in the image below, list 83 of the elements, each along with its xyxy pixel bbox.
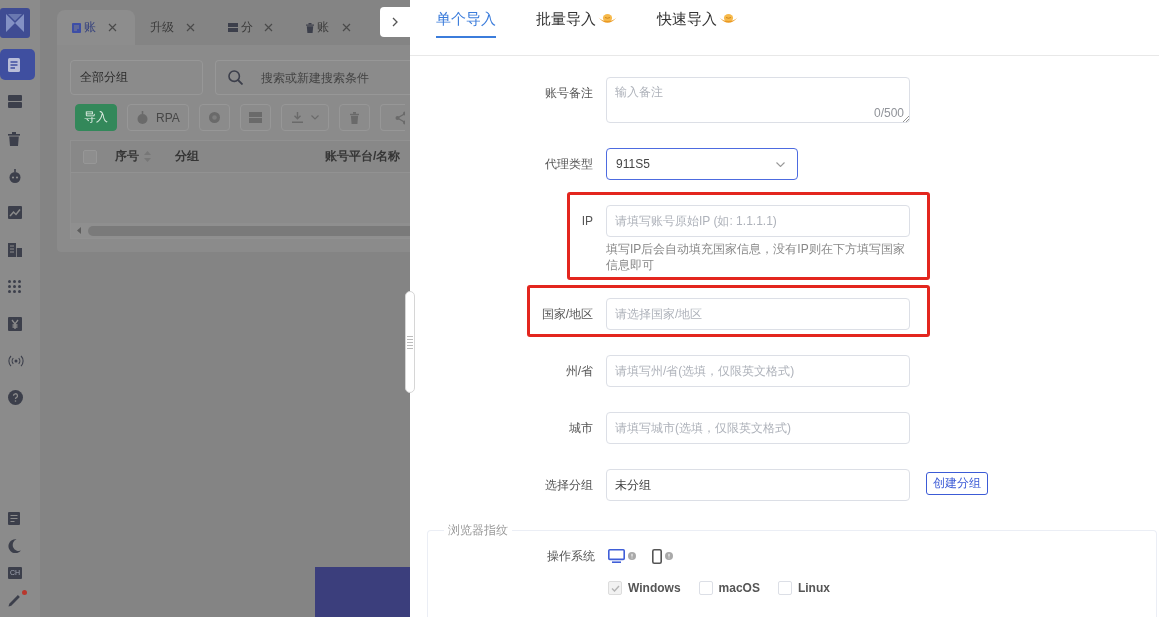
trash-icon	[8, 131, 20, 146]
toolbar-button[interactable]: RPA	[127, 104, 189, 131]
input-field[interactable]: 请填写州/省(选填，仅限英文格式)	[606, 355, 910, 387]
field-label: 城市	[569, 420, 593, 437]
tab[interactable]: 账	[57, 10, 135, 45]
section-title: 浏览器指纹	[447, 522, 509, 538]
field-label: 操作系统	[547, 547, 595, 565]
tab[interactable]: 账	[291, 10, 369, 45]
robot-icon	[136, 111, 150, 124]
tab[interactable]: 升级	[135, 10, 213, 45]
help-text: 填写IP后会自动填充国家信息，没有IP则在下方填写国家信息即可	[606, 241, 906, 273]
chevron-right-icon	[392, 17, 398, 27]
field-label: IP	[581, 213, 593, 230]
trash-icon	[306, 22, 314, 33]
record-icon	[209, 112, 220, 123]
collapse-button[interactable]	[380, 7, 410, 37]
column-header: 序号	[115, 148, 139, 165]
stack-icon	[228, 23, 238, 32]
close-icon[interactable]	[342, 23, 351, 32]
phone-icon[interactable]	[652, 548, 662, 564]
toolbar-button[interactable]	[281, 104, 329, 131]
dropdown-select[interactable]: 911S5	[606, 148, 798, 180]
option-label[interactable]: Linux	[797, 581, 830, 595]
stack-icon	[8, 95, 22, 108]
help-icon	[8, 390, 23, 405]
column-header: 分组	[175, 148, 199, 165]
resize-handle[interactable]	[405, 291, 415, 393]
info-icon	[665, 552, 673, 560]
notes-icon[interactable]	[8, 512, 20, 525]
close-icon[interactable]	[186, 23, 195, 32]
search-icon	[228, 70, 243, 85]
close-icon[interactable]	[108, 23, 117, 32]
chevron-down-icon	[776, 161, 785, 167]
robot-icon	[8, 168, 22, 183]
download-icon	[291, 112, 303, 123]
yen-icon	[8, 316, 22, 331]
field-label: 代理类型	[545, 156, 593, 173]
document-icon	[8, 57, 20, 72]
toolbar-button[interactable]	[339, 104, 370, 131]
field-label: 州/省	[565, 363, 593, 380]
stack-icon	[249, 112, 262, 123]
toolbar-button[interactable]	[199, 104, 230, 131]
tab[interactable]: 分	[213, 10, 291, 45]
toolbar-button[interactable]	[380, 104, 405, 131]
tab[interactable]: 快速导入	[657, 9, 738, 38]
close-icon[interactable]	[264, 23, 273, 32]
field-label: 账号备注	[545, 85, 593, 102]
character-counter: 0/500	[873, 106, 904, 120]
horizontal-scrollbar[interactable]	[71, 223, 410, 238]
toolbar-button[interactable]	[240, 104, 271, 131]
resize-grip-icon[interactable]	[903, 116, 909, 122]
input-field[interactable]: 请填写城市(选填，仅限英文格式)	[606, 412, 910, 444]
field-label: 选择分组	[545, 477, 593, 494]
building-icon	[8, 242, 22, 257]
input-field[interactable]: 请选择国家/地区	[606, 298, 910, 330]
grid-icon	[8, 280, 21, 293]
trash-icon	[350, 111, 359, 124]
pen-icon[interactable]	[8, 592, 22, 607]
caret-icon	[310, 115, 319, 120]
check-icon	[610, 584, 620, 592]
desktop-icon[interactable]	[608, 549, 625, 563]
input-field[interactable]: 未分组	[606, 469, 910, 501]
scrollbar-thumb[interactable]	[88, 225, 410, 236]
search-field[interactable]: 搜索或新建搜索条件	[215, 60, 410, 95]
option-label[interactable]: macOS	[718, 581, 760, 595]
action-button[interactable]: 创建分组	[926, 472, 988, 495]
grip-icon	[407, 335, 413, 349]
signal-icon	[8, 354, 24, 367]
group-select[interactable]: 全部分组	[70, 60, 203, 95]
document-icon	[72, 22, 81, 33]
tab[interactable]: 批量导入	[536, 9, 617, 38]
tab[interactable]: 单个导入	[436, 9, 496, 38]
left-arrow-icon[interactable]	[77, 227, 81, 234]
share-icon	[395, 110, 405, 125]
primary-button[interactable]: 导入	[75, 104, 117, 131]
info-icon	[628, 552, 636, 560]
moon-icon[interactable]	[8, 538, 21, 553]
field-label: 国家/地区	[541, 306, 593, 323]
input-field[interactable]: 请填写账号原始IP (如: 1.1.1.1)	[606, 205, 910, 237]
column-header: 账号平台/名称	[325, 148, 401, 165]
chart-icon	[8, 206, 22, 219]
logo-icon[interactable]	[0, 8, 30, 38]
sidebar-button[interactable]	[0, 49, 35, 80]
